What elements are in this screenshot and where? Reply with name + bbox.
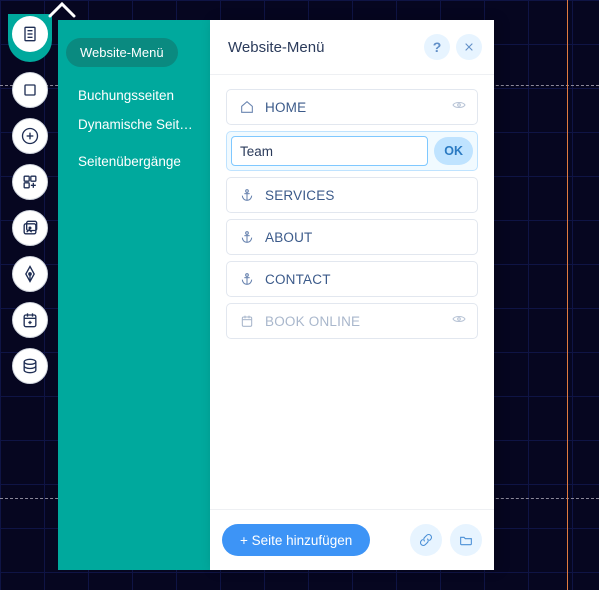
hidden-eye-icon [451,97,467,118]
page-label: BOOK ONLINE [257,314,451,329]
database-icon [20,356,40,376]
anchor-icon [237,229,257,245]
page-row-book-online[interactable]: BOOK ONLINE [226,303,478,339]
close-icon [461,39,477,55]
page-row-about[interactable]: ABOUT [226,219,478,255]
ok-label: OK [444,144,463,158]
folder-icon [458,532,474,548]
hidden-eye-icon [451,311,467,332]
rail-pages-button[interactable] [12,16,48,52]
sidebar-item-label: Seitenübergänge [78,154,181,169]
page-label: ABOUT [257,230,467,245]
page-label: CONTACT [257,272,467,287]
rail-database-button[interactable] [12,348,48,384]
anchor-icon [237,271,257,287]
grid-plus-icon [20,172,40,192]
media-icon [20,218,40,238]
rail-media-button[interactable] [12,210,48,246]
calendar-icon [237,313,257,329]
panel-header: Website-Menü ? [210,20,494,75]
pages-sidebar: Website-Menü Buchungsseiten Dynamische S… [58,20,210,570]
help-icon: ? [433,39,442,55]
sidebar-item-label: Buchungsseiten [78,88,174,103]
rail-bookings-button[interactable] [12,302,48,338]
page-label: SERVICES [257,188,467,203]
sidebar-item-page-transitions[interactable]: Seitenübergänge [66,147,202,176]
calendar-plus-icon [20,310,40,330]
folder-button[interactable] [450,524,482,556]
anchor-icon [237,187,257,203]
pages-icon [20,24,40,44]
panel-footer: + Seite hinzufügen [210,509,494,570]
sidebar-item-booking-pages[interactable]: Buchungsseiten [66,81,202,110]
sidebar-item-website-menu[interactable]: Website-Menü [66,38,178,67]
close-button[interactable] [456,34,482,60]
home-icon [237,99,257,115]
sidebar-item-label: Dynamische Seit… [78,117,193,132]
page-row-home[interactable]: HOME [226,89,478,125]
rail-add-button[interactable] [12,118,48,154]
guide-line-vertical [567,0,568,590]
add-page-label: + Seite hinzufügen [240,533,352,548]
pen-nib-icon [20,264,40,284]
pages-panel: Website-Menü ? HOME OK [210,20,494,570]
plus-circle-icon [20,126,40,146]
page-row-services[interactable]: SERVICES [226,177,478,213]
add-page-button[interactable]: + Seite hinzufügen [222,524,370,556]
link-icon [418,532,434,548]
section-icon [20,80,40,100]
panel-title: Website-Menü [228,39,418,56]
help-button[interactable]: ? [424,34,450,60]
left-tool-rail [8,0,52,394]
rename-ok-button[interactable]: OK [434,137,473,165]
page-row-contact[interactable]: CONTACT [226,261,478,297]
page-list: HOME OK SERVICES ABOUT [210,75,494,509]
sidebar-item-label: Website-Menü [80,45,164,60]
link-settings-button[interactable] [410,524,442,556]
rail-blog-button[interactable] [12,256,48,292]
page-label: HOME [257,100,451,115]
home-roof-icon [48,2,76,23]
rail-section-button[interactable] [12,72,48,108]
page-rename-input[interactable] [231,136,428,166]
page-row-editing: OK [226,131,478,171]
rail-apps-button[interactable] [12,164,48,200]
sidebar-item-dynamic-pages[interactable]: Dynamische Seit… [66,110,202,139]
rail-active-highlight [8,14,52,62]
